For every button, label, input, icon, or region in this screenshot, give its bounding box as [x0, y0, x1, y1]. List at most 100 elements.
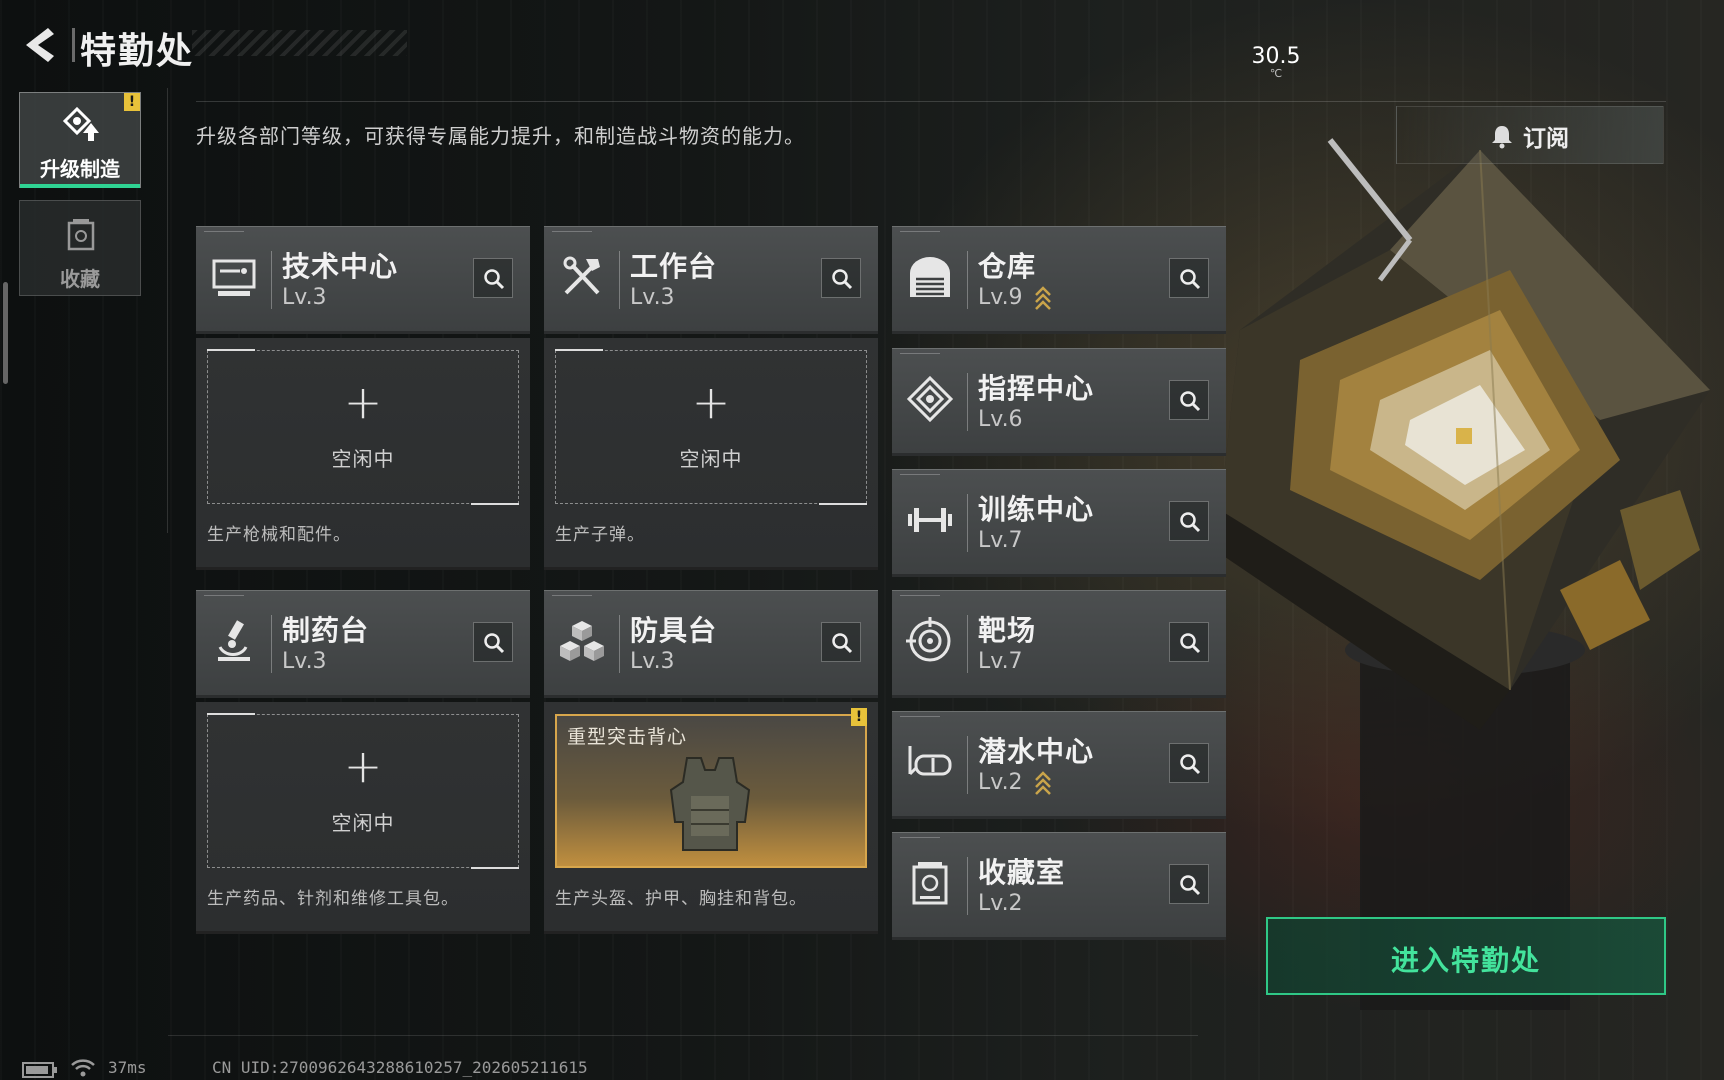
search-icon	[1180, 875, 1201, 896]
search-icon	[1180, 754, 1201, 775]
department-card-tech-center[interactable]: 技术中心 Lv.3	[196, 226, 530, 334]
inspect-button[interactable]	[821, 258, 861, 298]
card-separator	[967, 373, 968, 431]
slot-corner	[207, 713, 255, 715]
production-slot-item[interactable]: 重型突击背心 !	[555, 708, 867, 868]
slot-status: 空闲中	[331, 811, 395, 835]
slot-corner	[471, 867, 519, 869]
search-icon	[832, 269, 853, 290]
department-card-armor[interactable]: 防具台 Lv.3	[544, 590, 878, 698]
inspect-button[interactable]	[473, 622, 513, 662]
armor-vest-icon	[669, 757, 751, 851]
slot-status: 空闲中	[679, 447, 743, 471]
inspect-button[interactable]	[1169, 743, 1209, 783]
card-separator	[619, 251, 620, 309]
department-card-command[interactable]: 指挥中心 Lv.6	[892, 348, 1226, 456]
card-separator	[967, 736, 968, 794]
production-panel-workbench: + 空闲中 生产子弹。	[544, 338, 878, 570]
tools-icon	[563, 256, 600, 295]
search-icon	[1180, 269, 1201, 290]
back-arrow-icon[interactable]	[18, 24, 60, 66]
page-title: 特勤处	[80, 31, 195, 72]
bell-icon	[1492, 126, 1512, 149]
slot-corner	[555, 349, 603, 351]
inspect-button[interactable]	[1169, 622, 1209, 662]
production-slot-empty[interactable]: + 空闲中	[555, 349, 867, 505]
slot-status: 空闲中	[331, 447, 395, 471]
search-icon	[1180, 633, 1201, 654]
department-name: 制药台	[282, 614, 370, 647]
department-name: 潜水中心	[978, 735, 1095, 768]
inspect-button[interactable]	[1169, 380, 1209, 420]
department-card-collection-room[interactable]: 收藏室 Lv.2	[892, 832, 1226, 940]
department-level: Lv.2	[978, 891, 1023, 916]
sidebar-scrollbar[interactable]	[3, 282, 8, 384]
footer-divider	[168, 1035, 1198, 1036]
department-card-warehouse[interactable]: 仓库 Lv.9	[892, 226, 1226, 334]
department-level: Lv.3	[630, 285, 675, 310]
header-divider	[196, 101, 1666, 102]
temperature-value: 30.5	[1251, 44, 1301, 69]
department-name: 仓库	[978, 250, 1037, 283]
monitor-icon	[212, 259, 256, 296]
microscope-icon	[218, 620, 250, 661]
command-icon	[906, 375, 954, 423]
upgrade-icon	[62, 106, 99, 141]
department-card-diving[interactable]: 潜水中心 Lv.2	[892, 711, 1226, 819]
production-slot-empty[interactable]: + 空闲中	[207, 713, 519, 869]
title-separator	[72, 28, 75, 62]
department-card-pharmacy[interactable]: 制药台 Lv.3	[196, 590, 530, 698]
department-level: Lv.7	[978, 649, 1023, 674]
blocks-icon	[560, 621, 604, 661]
department-level: Lv.9	[978, 285, 1023, 310]
production-description: 生产药品、针剂和维修工具包。	[207, 889, 459, 909]
department-card-workbench[interactable]: 工作台 Lv.3	[544, 226, 878, 334]
notification-badge: !	[851, 708, 867, 726]
upgrade-available-icon	[1035, 286, 1051, 310]
goggles-icon	[908, 746, 952, 776]
add-icon: +	[343, 375, 383, 429]
department-level: Lv.3	[282, 285, 327, 310]
upgrade-available-icon	[1035, 771, 1051, 795]
department-card-range[interactable]: 靶场 Lv.7	[892, 590, 1226, 698]
card-separator	[967, 615, 968, 673]
card-corner-mark	[900, 474, 940, 481]
card-corner-mark	[552, 231, 592, 238]
sidebar-tab-upgrade[interactable]: 升级制造 !	[19, 92, 141, 188]
temperature-readout: 30.5 ℃	[1240, 44, 1312, 80]
collection-icon	[912, 862, 948, 905]
card-separator	[967, 494, 968, 552]
production-slot-empty[interactable]: + 空闲中	[207, 349, 519, 505]
search-icon	[1180, 391, 1201, 412]
warehouse-icon	[910, 257, 950, 297]
slot-corner	[207, 349, 255, 351]
card-separator	[967, 251, 968, 309]
department-name: 训练中心	[978, 493, 1095, 526]
inspect-button[interactable]	[1169, 501, 1209, 541]
sidebar-tab-collection[interactable]: 收藏	[19, 200, 141, 296]
inspect-button[interactable]	[473, 258, 513, 298]
subscribe-button[interactable]: 订阅	[1396, 106, 1664, 164]
title-decoration	[192, 30, 407, 56]
battery-icon	[22, 1062, 57, 1078]
card-corner-mark	[900, 353, 940, 360]
search-icon	[484, 633, 505, 654]
inspect-button[interactable]	[1169, 864, 1209, 904]
slot-corner	[471, 503, 519, 505]
department-name: 指挥中心	[978, 372, 1095, 405]
inspect-button[interactable]	[821, 622, 861, 662]
add-icon: +	[691, 375, 731, 429]
dumbbell-icon	[908, 508, 952, 532]
card-separator	[271, 615, 272, 673]
card-corner-mark	[900, 716, 940, 723]
sidebar-divider	[167, 88, 168, 533]
production-description: 生产头盔、护甲、胸挂和背包。	[555, 889, 807, 909]
enter-special-ops-button[interactable]: 进入特勤处	[1266, 917, 1666, 995]
department-level: Lv.7	[978, 528, 1023, 553]
item-name: 重型突击背心	[567, 726, 688, 748]
subscribe-label: 订阅	[1523, 126, 1569, 152]
department-card-training[interactable]: 训练中心 Lv.7	[892, 469, 1226, 577]
card-separator	[271, 251, 272, 309]
inspect-button[interactable]	[1169, 258, 1209, 298]
search-icon	[1180, 512, 1201, 533]
